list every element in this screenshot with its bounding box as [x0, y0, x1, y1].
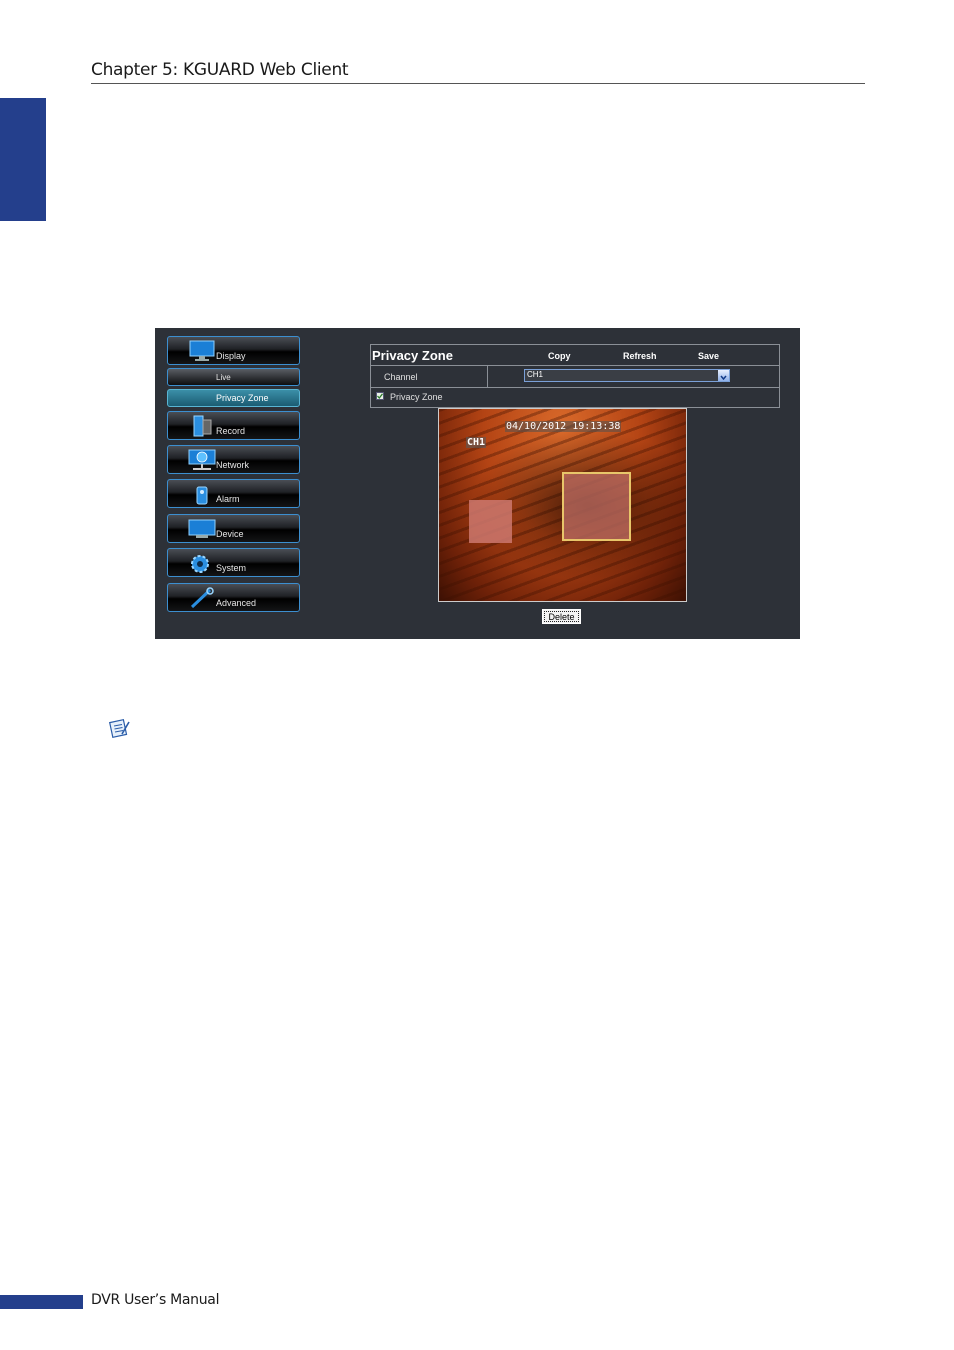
channel-select-value: CH1	[527, 370, 544, 379]
device-icon	[188, 519, 216, 538]
video-timestamp: 04/10/2012 19:13:38	[505, 421, 622, 432]
network-icon	[188, 449, 216, 470]
chapter-title: Chapter 5: KGUARD Web Client	[91, 60, 349, 80]
footer-bar	[0, 1295, 83, 1309]
channel-select[interactable]: CH1	[524, 369, 730, 382]
video-preview[interactable]: 04/10/2012 19:13:38 CH1	[438, 408, 687, 602]
channel-label: Channel	[384, 372, 418, 382]
privacy-zone-mask[interactable]	[469, 500, 512, 543]
nav-record-button[interactable]: Record	[167, 411, 300, 440]
dropdown-arrow-icon	[718, 370, 729, 381]
monitor-icon	[189, 340, 215, 361]
nav-label: Advanced	[216, 598, 257, 608]
checkbox-checked-icon	[377, 393, 384, 400]
nav-label: Display	[216, 351, 246, 361]
privacy-zone-checkbox[interactable]	[376, 392, 384, 400]
record-icon	[193, 415, 212, 437]
privacy-zone-panel: Privacy Zone Copy Refresh Save Channel C…	[370, 344, 780, 408]
web-client-screenshot: Display Live Privacy Zone Record Network…	[155, 328, 800, 639]
nav-label: Device	[216, 529, 244, 539]
nav-alarm-button[interactable]: Alarm	[167, 479, 300, 508]
nav-label: System	[216, 563, 247, 573]
copy-button[interactable]: Copy	[548, 351, 571, 361]
nav-label: Live	[216, 373, 231, 382]
nav-advanced-button[interactable]: Advanced	[167, 583, 300, 612]
gear-icon	[191, 555, 209, 573]
video-channel-label: CH1	[466, 437, 487, 448]
refresh-button[interactable]: Refresh	[623, 351, 657, 361]
privacy-zone-mask-selected[interactable]	[562, 472, 631, 541]
privacy-zone-checkbox-label: Privacy Zone	[390, 392, 443, 402]
side-tab	[0, 98, 46, 221]
row-divider	[371, 387, 779, 388]
header-rule	[91, 83, 865, 84]
nav-network-button[interactable]: Network	[167, 445, 300, 474]
save-button[interactable]: Save	[698, 351, 719, 361]
nav-device-button[interactable]: Device	[167, 514, 300, 543]
alarm-icon	[196, 486, 208, 505]
nav-system-button[interactable]: System	[167, 548, 300, 577]
nav-label: Alarm	[216, 494, 240, 504]
nav-privacy-zone-button[interactable]: Privacy Zone	[167, 389, 300, 407]
nav-label: Network	[216, 460, 250, 470]
col-divider	[487, 366, 488, 387]
row-divider	[371, 365, 779, 366]
panel-title: Privacy Zone	[372, 348, 453, 363]
wrench-icon	[190, 587, 214, 609]
note-icon	[108, 718, 130, 738]
nav-display-button[interactable]: Display	[167, 336, 300, 365]
nav-label: Privacy Zone	[216, 393, 269, 403]
footer-text: DVR User’s Manual	[91, 1292, 220, 1308]
delete-button[interactable]: Delete	[542, 609, 581, 624]
nav-label: Record	[216, 426, 246, 436]
nav-live-button[interactable]: Live	[167, 368, 300, 386]
